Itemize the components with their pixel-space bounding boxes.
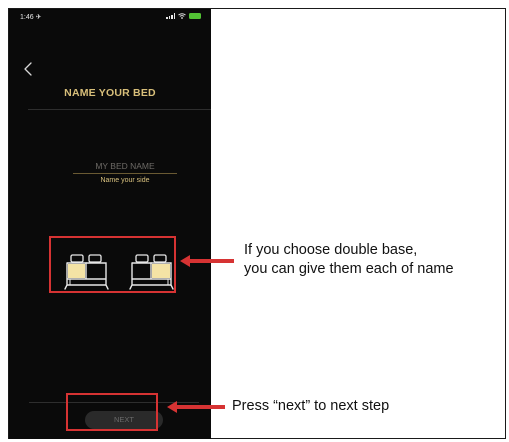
signal-icon bbox=[166, 13, 175, 19]
wifi-icon bbox=[178, 13, 186, 19]
next-annotation: Press “next” to next step bbox=[232, 398, 390, 414]
phone-screen: 1:46 ✈ NAME YOUR BED Name your side bbox=[9, 9, 211, 439]
input-underline bbox=[73, 173, 177, 174]
status-bar: 1:46 ✈ bbox=[9, 9, 211, 31]
arrow-left-icon bbox=[180, 255, 234, 267]
beds-annotation-line1: If you choose double base, bbox=[244, 242, 418, 258]
arrow-left-icon bbox=[167, 401, 225, 413]
status-icons bbox=[166, 13, 201, 19]
next-highlight-box bbox=[66, 393, 158, 431]
page-title: NAME YOUR BED bbox=[64, 87, 156, 99]
title-divider bbox=[28, 109, 211, 110]
status-time: 1:46 ✈ bbox=[20, 14, 42, 21]
name-helper-text: Name your side bbox=[100, 177, 150, 184]
beds-annotation-line2: you can give them each of name bbox=[244, 261, 454, 277]
bed-name-input[interactable] bbox=[73, 160, 177, 172]
chevron-left-icon[interactable] bbox=[22, 61, 36, 77]
battery-icon bbox=[189, 13, 201, 19]
beds-highlight-box bbox=[49, 236, 176, 293]
beds-annotation: If you choose double base, you can give … bbox=[244, 241, 454, 279]
